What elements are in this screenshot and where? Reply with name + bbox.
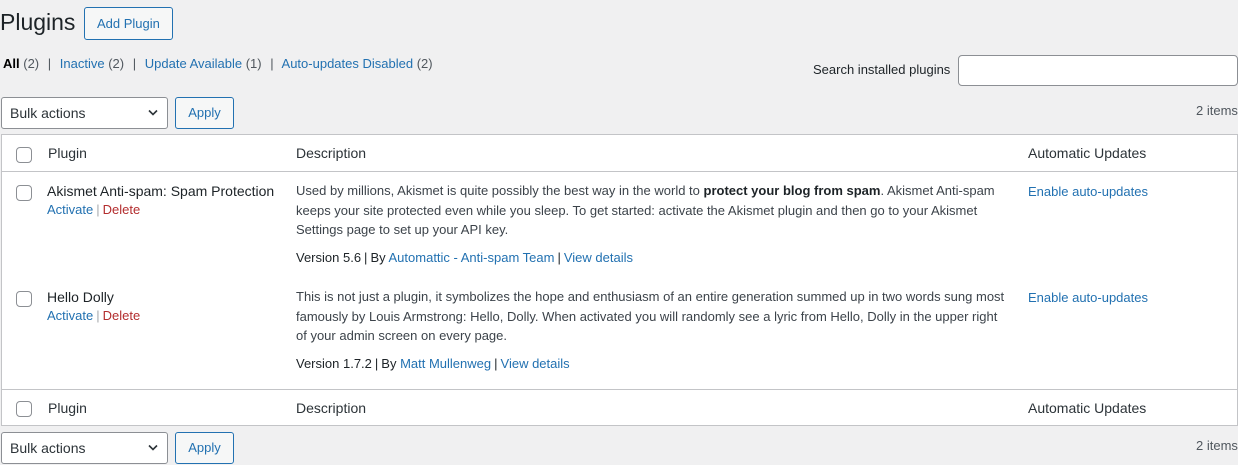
select-all-checkbox-footer[interactable] bbox=[16, 401, 32, 417]
filter-update-available-count: (1) bbox=[245, 56, 262, 71]
items-count-top: 2 items bbox=[1196, 103, 1238, 118]
meta-separator: | bbox=[374, 356, 379, 371]
view-details-link[interactable]: View details bbox=[501, 356, 570, 371]
bulk-actions-select-top[interactable]: Bulk actions bbox=[1, 97, 168, 129]
description-text: This is not just a plugin, it symbolizes… bbox=[296, 289, 1005, 343]
plugin-checkbox-akismet[interactable] bbox=[16, 185, 32, 201]
page-title: Plugins bbox=[0, 9, 76, 35]
bulk-actions-label: Bulk actions bbox=[10, 105, 86, 121]
filter-inactive[interactable]: Inactive bbox=[60, 56, 105, 71]
filter-all[interactable]: All bbox=[3, 56, 20, 71]
plugin-name: Hello Dolly bbox=[47, 289, 114, 305]
table-header: Plugin Description Automatic Updates bbox=[2, 135, 1237, 172]
filter-auto-updates-disabled[interactable]: Auto-updates Disabled bbox=[282, 56, 414, 71]
chevron-down-icon bbox=[148, 444, 158, 451]
filter-separator: | bbox=[270, 56, 274, 71]
row-actions: Activate | Delete bbox=[47, 202, 140, 218]
plugin-meta: Version 1.7.2 | By Matt Mullenweg | View det… bbox=[296, 356, 570, 372]
filter-auto-updates-disabled-count: (2) bbox=[416, 56, 433, 71]
column-plugin: Plugin bbox=[48, 400, 87, 416]
bulk-actions-select-bottom[interactable]: Bulk actions bbox=[1, 432, 168, 464]
description-text: Used by millions, Akismet is quite possi… bbox=[296, 183, 704, 198]
plugin-meta: Version 5.6 | By Automattic - Anti-spam Te… bbox=[296, 250, 633, 266]
add-plugin-button[interactable]: Add Plugin bbox=[84, 7, 173, 40]
plugins-table: Plugin Description Automatic Updates Aki… bbox=[1, 134, 1238, 426]
bulk-actions-label: Bulk actions bbox=[10, 440, 86, 456]
filter-inactive-count: (2) bbox=[108, 56, 125, 71]
filter-update-available[interactable]: Update Available bbox=[145, 56, 242, 71]
plugin-version: Version 5.6 bbox=[296, 250, 362, 265]
column-automatic-updates: Automatic Updates bbox=[1028, 400, 1147, 416]
by-label: By bbox=[370, 250, 386, 265]
filter-separator: | bbox=[47, 56, 52, 71]
select-all-checkbox[interactable] bbox=[16, 147, 32, 163]
meta-separator: | bbox=[557, 250, 561, 265]
description-emphasis: protect your blog from spam bbox=[703, 183, 881, 198]
author-link[interactable]: Automattic - Anti-spam Team bbox=[389, 250, 555, 265]
table-footer: Plugin Description Automatic Updates bbox=[2, 389, 1237, 426]
enable-auto-updates-link[interactable]: Enable auto-updates bbox=[1028, 184, 1148, 200]
filter-separator: | bbox=[132, 56, 137, 71]
delete-link[interactable]: Delete bbox=[103, 308, 141, 323]
view-details-link[interactable]: View details bbox=[564, 250, 633, 265]
apply-button-top[interactable]: Apply bbox=[175, 97, 234, 129]
plugin-description: This is not just a plugin, it symbolizes… bbox=[296, 287, 1008, 346]
activate-link[interactable]: Activate bbox=[47, 308, 93, 323]
delete-link[interactable]: Delete bbox=[103, 202, 141, 217]
apply-button-bottom[interactable]: Apply bbox=[175, 432, 234, 464]
by-label: By bbox=[381, 356, 397, 371]
search-input[interactable] bbox=[958, 55, 1238, 86]
enable-auto-updates-link[interactable]: Enable auto-updates bbox=[1028, 290, 1148, 306]
meta-separator: | bbox=[494, 356, 498, 371]
author-link[interactable]: Matt Mullenweg bbox=[400, 356, 491, 371]
column-description: Description bbox=[296, 400, 367, 416]
filter-all-count: (2) bbox=[23, 56, 40, 71]
action-separator: | bbox=[96, 308, 100, 323]
column-automatic-updates: Automatic Updates bbox=[1028, 145, 1147, 161]
plugin-checkbox-hello-dolly[interactable] bbox=[16, 291, 32, 307]
column-description: Description bbox=[296, 145, 367, 161]
action-separator: | bbox=[96, 202, 100, 217]
search-label: Search installed plugins bbox=[813, 62, 951, 77]
plugin-status-filters: All (2) | Inactive (2) | Update Availabl… bbox=[3, 56, 433, 72]
plugin-name: Akismet Anti-spam: Spam Protection bbox=[47, 183, 275, 199]
items-count-bottom: 2 items bbox=[1196, 438, 1238, 453]
plugin-description: Used by millions, Akismet is quite possi… bbox=[296, 181, 1008, 240]
activate-link[interactable]: Activate bbox=[47, 202, 93, 217]
plugin-version: Version 1.7.2 bbox=[296, 356, 372, 371]
column-plugin: Plugin bbox=[48, 145, 87, 161]
meta-separator: | bbox=[364, 250, 368, 265]
row-actions: Activate | Delete bbox=[47, 308, 140, 324]
chevron-down-icon bbox=[148, 109, 158, 116]
